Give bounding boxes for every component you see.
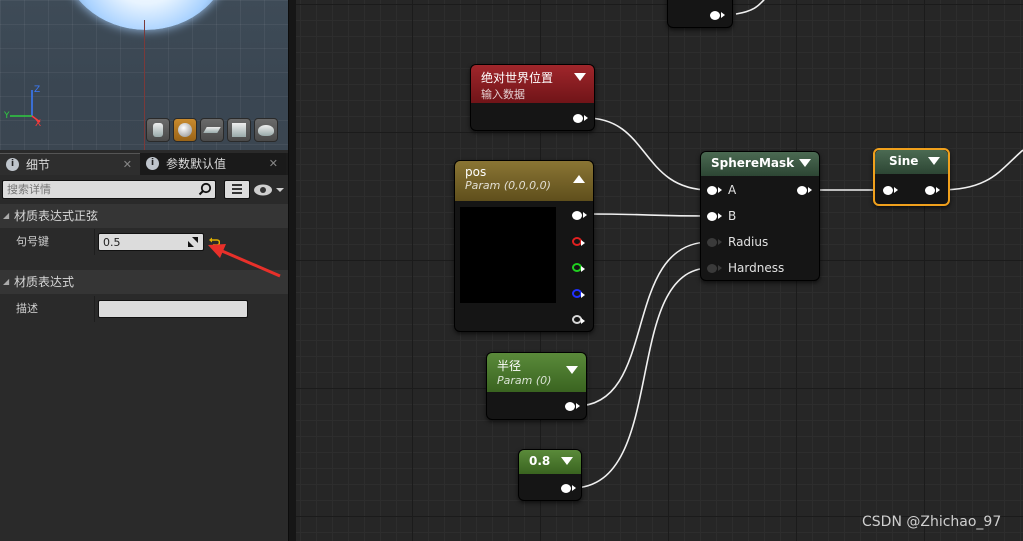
category-label: 材质表达式正弦 — [14, 209, 99, 223]
material-editor: Z Y X i 细节 ✕ i 参数默认值 ✕ 搜索详情 ◢ 材质表达式正弦 句号… — [0, 0, 1023, 541]
collapse-icon: ◢ — [3, 277, 10, 286]
preview-shape-toolbar — [146, 118, 278, 142]
search-icon[interactable] — [198, 182, 212, 196]
reset-to-default-icon[interactable] — [208, 236, 220, 248]
input-pin-b[interactable] — [707, 212, 722, 221]
tab-details[interactable]: i 细节 ✕ — [0, 153, 140, 175]
property-description: 描述 — [0, 296, 288, 322]
category-label: 材质表达式 — [14, 275, 75, 289]
pin-label-radius: Radius — [728, 235, 769, 249]
panel-splitter[interactable] — [288, 0, 296, 541]
axis-y-label: Y — [4, 111, 10, 121]
color-preview-swatch — [460, 207, 556, 303]
chevron-down-icon — [276, 188, 284, 192]
node-sine[interactable]: Sine — [873, 148, 950, 206]
axis-gizmo-icon: Z Y X — [4, 85, 41, 126]
output-pin[interactable] — [925, 186, 940, 195]
search-input[interactable] — [2, 180, 216, 199]
node-spheremask[interactable]: SphereMask A B Radius Hardness — [700, 151, 820, 281]
view-options-button[interactable] — [224, 180, 250, 199]
cube-icon[interactable] — [227, 118, 251, 142]
pin-label-a: A — [728, 183, 737, 197]
info-icon: i — [6, 158, 19, 171]
node-title: Sine — [889, 154, 919, 168]
output-pin-rgba[interactable] — [572, 211, 587, 220]
sphere-icon[interactable] — [173, 118, 197, 142]
collapse-icon[interactable] — [573, 175, 585, 183]
collapse-icon[interactable] — [574, 73, 586, 81]
collapse-icon[interactable] — [799, 159, 811, 167]
search-row — [0, 178, 288, 202]
watermark: CSDN @Zhichao_97 — [862, 514, 1002, 530]
collapse-icon[interactable] — [928, 157, 940, 165]
list-icon — [232, 184, 242, 194]
cylinder-icon[interactable] — [146, 118, 170, 142]
pin-label-hardness: Hardness — [728, 261, 785, 275]
node-title: pos — [465, 165, 487, 179]
category-sine-expression[interactable]: ◢ 材质表达式正弦 — [0, 204, 288, 228]
node-title: 绝对世界位置 — [481, 71, 554, 85]
pin-label-b: B — [728, 209, 737, 223]
close-icon[interactable]: ✕ — [123, 154, 132, 176]
node-title: SphereMask — [711, 156, 795, 170]
output-pin-g[interactable] — [572, 263, 585, 272]
input-pin-hardness[interactable] — [707, 264, 722, 273]
input-pin[interactable] — [883, 186, 898, 195]
axis-z-label: Z — [34, 85, 40, 95]
node-radius-parameter[interactable]: 半径 Param (0) — [486, 352, 587, 420]
node-title: 0.8 — [529, 454, 551, 468]
expand-icon[interactable] — [188, 237, 198, 247]
property-label: 描述 — [16, 302, 38, 315]
property-label: 句号键 — [16, 235, 49, 248]
teapot-icon[interactable] — [254, 118, 278, 142]
node-constant[interactable]: 0.8 — [518, 449, 582, 501]
output-pin[interactable] — [561, 484, 576, 493]
output-pin-b[interactable] — [572, 289, 585, 298]
details-tab-bar: i 细节 ✕ i 参数默认值 ✕ — [0, 153, 288, 175]
tab-parameter-defaults[interactable]: i 参数默认值 ✕ — [140, 153, 286, 175]
material-graph[interactable] — [296, 0, 1023, 541]
property-period: 句号键 — [0, 229, 288, 255]
node-subtitle: Param (0) — [497, 374, 552, 387]
output-pin[interactable] — [573, 114, 588, 123]
node-world-position[interactable]: 绝对世界位置 输入数据 — [470, 64, 595, 131]
output-pin-a[interactable] — [572, 315, 585, 324]
axis-x-label: X — [35, 119, 41, 126]
close-icon[interactable]: ✕ — [269, 153, 278, 175]
eye-icon[interactable] — [252, 181, 286, 199]
node-offscreen-top[interactable] — [667, 0, 733, 28]
tab-label: 细节 — [26, 158, 51, 172]
preview-viewport[interactable]: Z Y X — [0, 0, 288, 150]
category-material-expression[interactable]: ◢ 材质表达式 — [0, 270, 288, 294]
collapse-icon: ◢ — [3, 211, 10, 220]
input-pin-radius[interactable] — [707, 238, 722, 247]
output-pin[interactable] — [710, 11, 725, 20]
collapse-icon[interactable] — [561, 457, 573, 465]
collapse-icon[interactable] — [566, 366, 578, 374]
description-field[interactable] — [98, 300, 248, 318]
plane-icon[interactable] — [200, 118, 224, 142]
output-pin[interactable] — [565, 402, 580, 411]
tab-label: 参数默认值 — [166, 157, 227, 171]
input-pin-a[interactable] — [707, 186, 722, 195]
node-subtitle: Param (0,0,0,0) — [465, 179, 551, 192]
output-pin[interactable] — [797, 186, 812, 195]
left-panel: Z Y X i 细节 ✕ i 参数默认值 ✕ 搜索详情 ◢ 材质表达式正弦 句号… — [0, 0, 290, 541]
node-subtitle: 输入数据 — [481, 88, 525, 101]
output-pin-r[interactable] — [572, 237, 585, 246]
node-pos-parameter[interactable]: pos Param (0,0,0,0) — [454, 160, 594, 332]
info-icon: i — [146, 157, 159, 170]
node-title: 半径 — [497, 359, 522, 373]
